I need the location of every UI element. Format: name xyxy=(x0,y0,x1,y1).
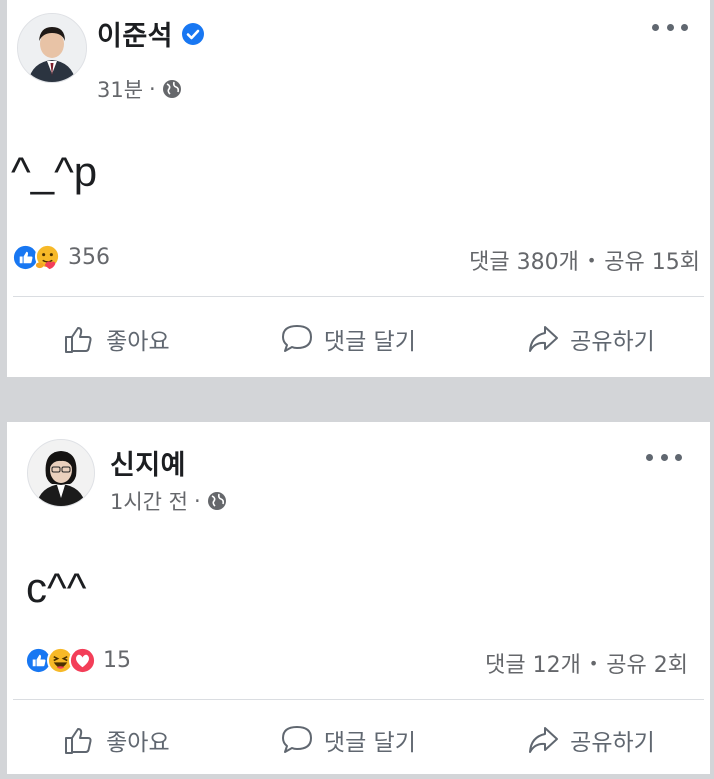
share-count[interactable]: 공유 2회 xyxy=(606,647,688,679)
divider xyxy=(13,296,704,297)
more-options-button[interactable] xyxy=(646,447,682,467)
like-button[interactable]: 좋아요 xyxy=(54,318,177,360)
post-card: 이준석 31분 · ^_^p 356 댓글 380개 • 공유 15회 좋아요 … xyxy=(7,0,710,377)
care-reaction-icon xyxy=(34,244,61,270)
share-label: 공유하기 xyxy=(570,730,655,756)
engagement-separator: • xyxy=(586,250,597,270)
comment-button[interactable]: 댓글 달기 xyxy=(272,318,424,360)
comment-count[interactable]: 댓글 380개 xyxy=(469,244,579,276)
share-label: 공유하기 xyxy=(570,329,655,355)
like-label: 좋아요 xyxy=(106,730,170,756)
share-count[interactable]: 공유 15회 xyxy=(604,244,700,276)
comment-bubble-icon xyxy=(281,325,312,352)
share-button[interactable]: 공유하기 xyxy=(518,318,663,360)
share-arrow-icon xyxy=(529,326,559,352)
comment-count[interactable]: 댓글 12개 xyxy=(485,647,581,679)
author-name[interactable]: 이준석 xyxy=(97,14,173,53)
post-text: c^^ xyxy=(26,564,87,611)
avatar[interactable] xyxy=(27,439,95,507)
verified-badge-icon xyxy=(182,22,205,45)
comment-label: 댓글 달기 xyxy=(323,329,416,355)
like-label: 좋아요 xyxy=(106,329,170,355)
reaction-summary[interactable] xyxy=(12,244,61,271)
post-timestamp[interactable]: 1시간 전 xyxy=(110,486,188,516)
share-button[interactable]: 공유하기 xyxy=(518,719,663,761)
more-options-button[interactable] xyxy=(652,17,688,37)
meta-separator: · xyxy=(149,77,156,101)
engagement-separator: • xyxy=(588,653,599,673)
globe-icon xyxy=(162,80,181,98)
reaction-summary[interactable] xyxy=(25,647,96,674)
love-reaction-icon xyxy=(69,647,96,674)
reaction-count[interactable]: 15 xyxy=(103,648,131,673)
comment-bubble-icon xyxy=(281,726,312,753)
avatar[interactable] xyxy=(17,13,87,83)
reaction-count[interactable]: 356 xyxy=(68,245,110,270)
thumbs-up-icon xyxy=(65,327,92,353)
meta-separator: · xyxy=(194,489,201,513)
like-button[interactable]: 좋아요 xyxy=(54,719,177,761)
post-text: ^_^p xyxy=(11,148,98,195)
share-arrow-icon xyxy=(529,727,559,753)
divider xyxy=(13,699,704,700)
comment-button[interactable]: 댓글 달기 xyxy=(272,719,424,761)
author-name[interactable]: 신지예 xyxy=(110,443,186,482)
globe-icon xyxy=(207,492,226,510)
post-card: 신지예 1시간 전 · c^^ 15 댓글 12개 • 공유 2회 좋아요 댓글… xyxy=(7,422,710,774)
comment-label: 댓글 달기 xyxy=(323,730,416,756)
thumbs-up-icon xyxy=(65,728,92,754)
post-timestamp[interactable]: 31분 xyxy=(97,74,143,104)
